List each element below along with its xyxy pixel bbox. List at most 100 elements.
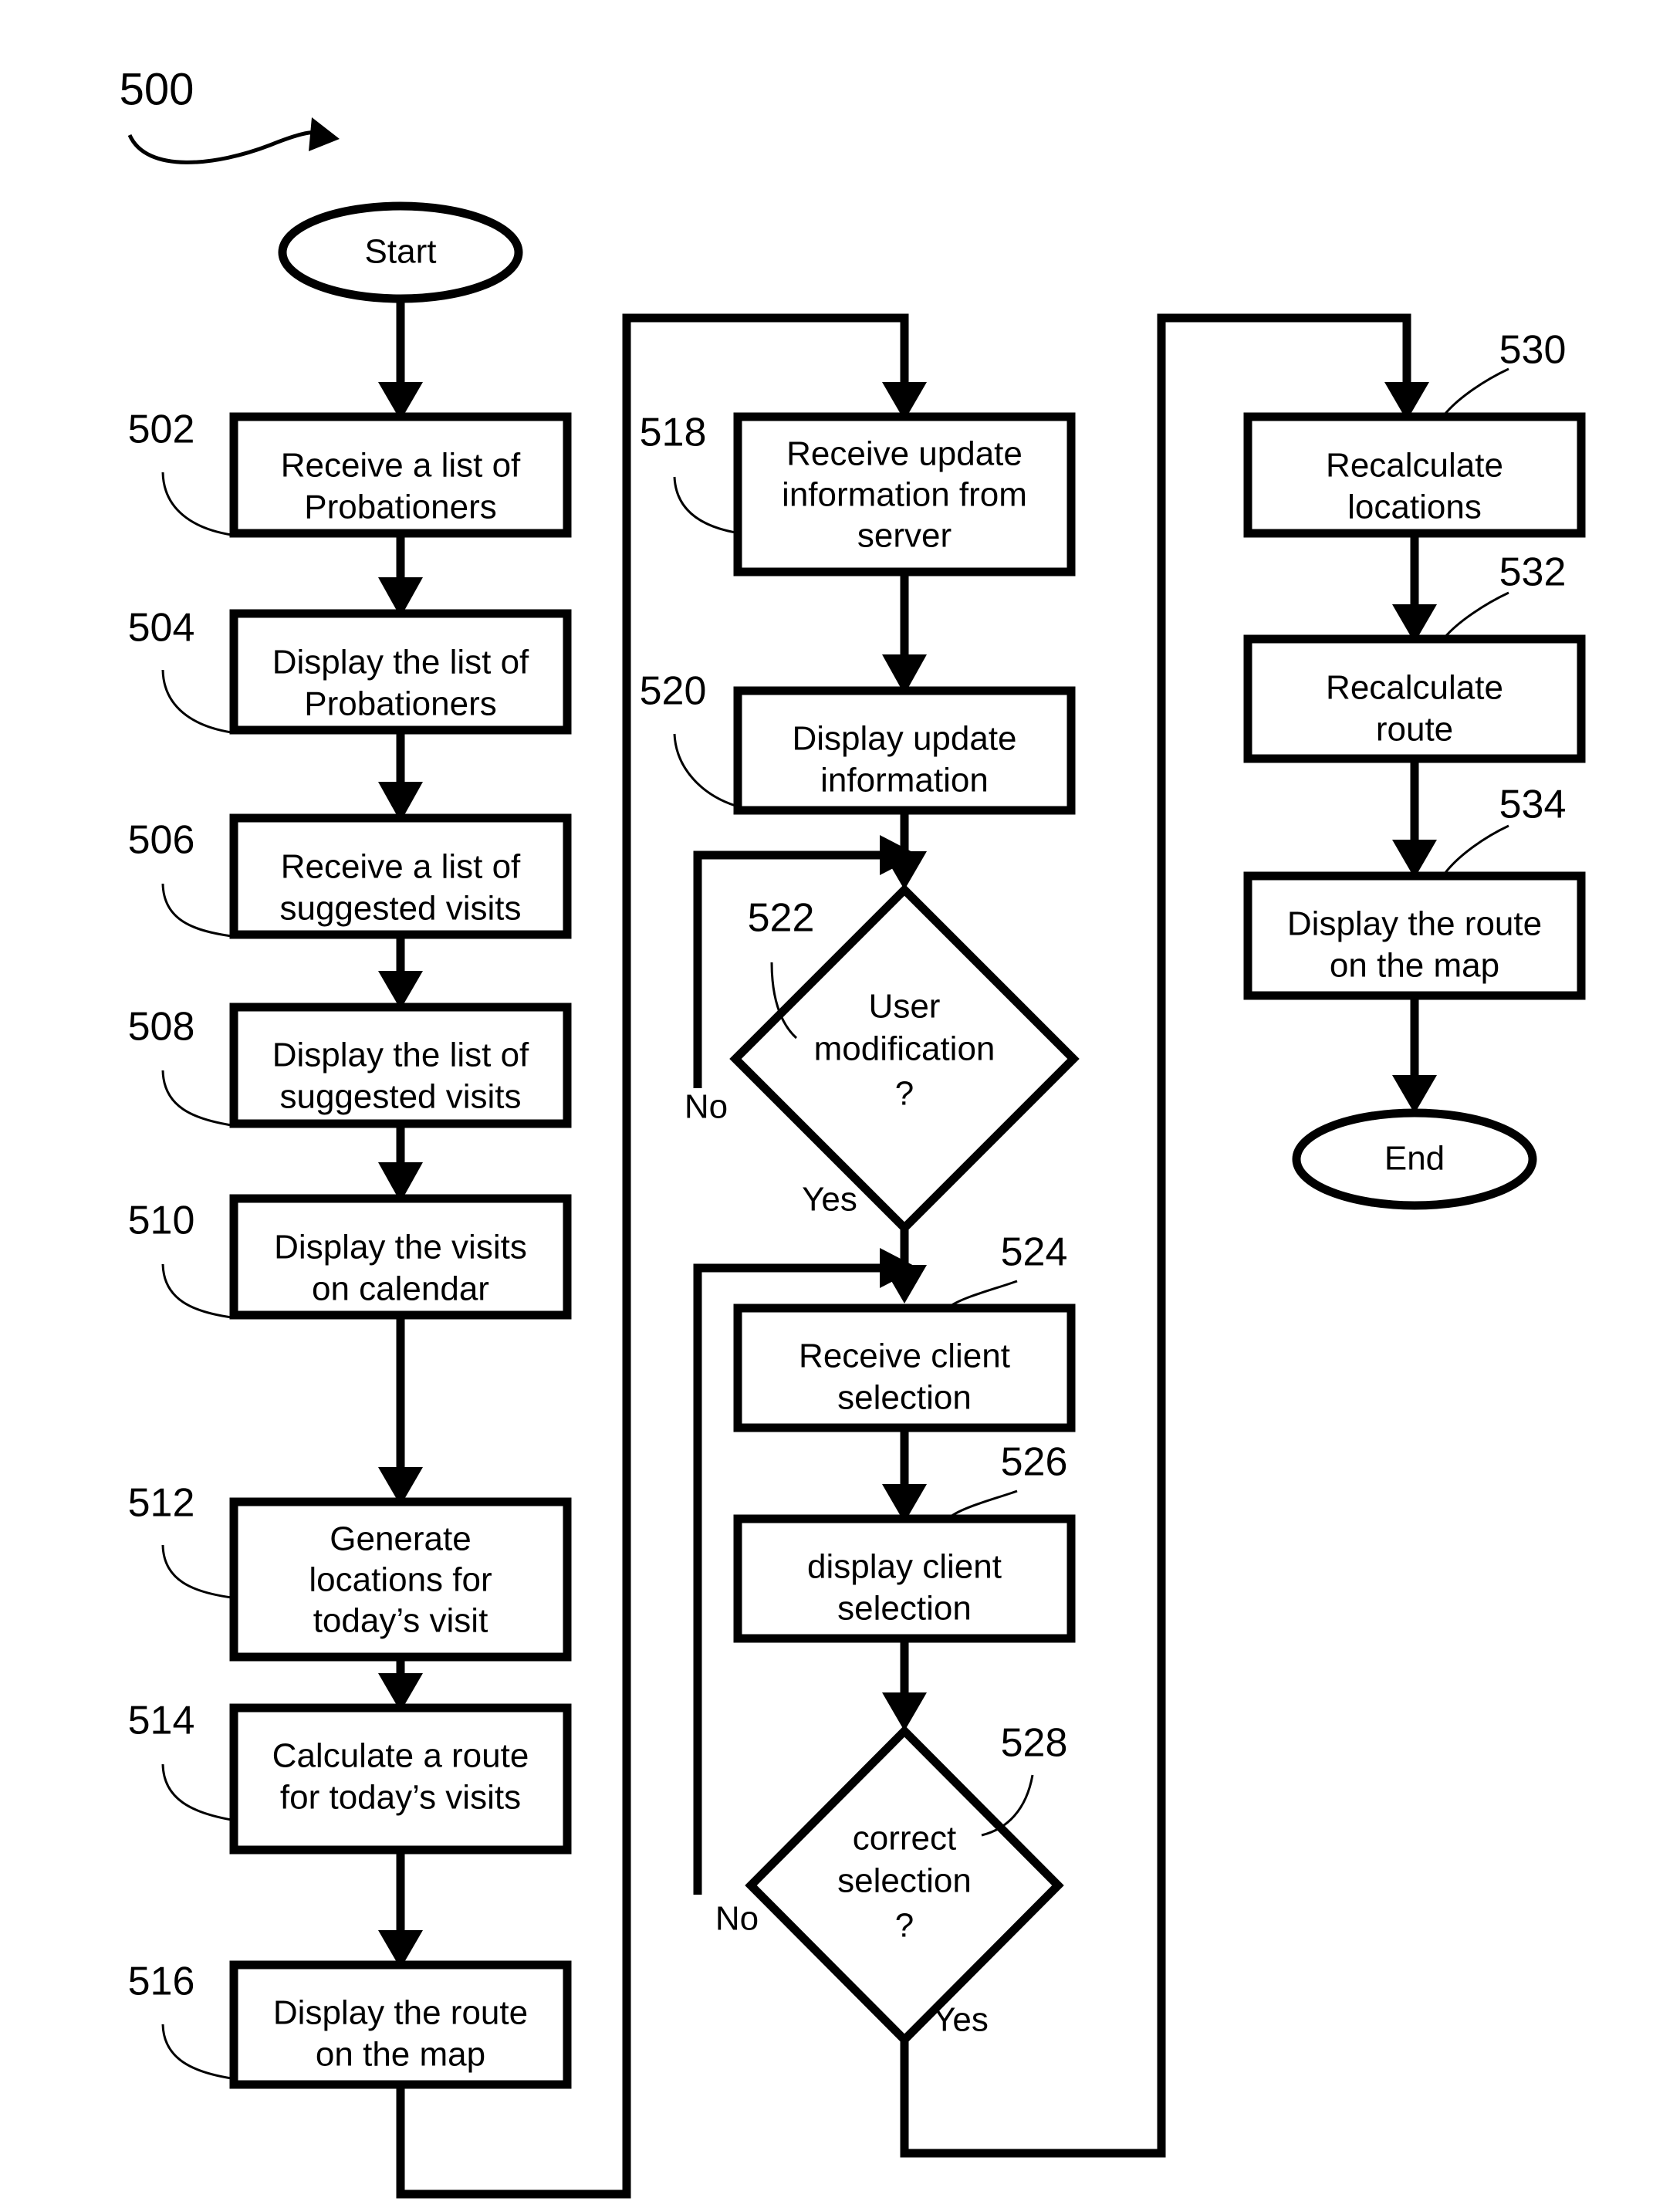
connector-524-to-526 xyxy=(882,1428,927,1523)
node-530-line1: Recalculate xyxy=(1326,447,1503,485)
ref-514-lead xyxy=(161,1763,232,1821)
ref-520-lead xyxy=(673,733,736,807)
node-508-line1: Display the list of xyxy=(272,1036,529,1074)
decision-528-no-label: No xyxy=(715,1900,759,1938)
node-502-line2: Probationers xyxy=(304,489,496,526)
ref-516: 516 xyxy=(128,1959,195,2004)
node-504-line2: Probationers xyxy=(304,685,496,723)
node-518-line2: information from xyxy=(782,476,1027,514)
node-510-line2: on calendar xyxy=(312,1270,489,1308)
node-524-line1: Receive client xyxy=(799,1337,1010,1375)
decision-522-yes-label: Yes xyxy=(802,1181,857,1219)
node-516: Display the route on the map 516 xyxy=(128,1959,572,2089)
node-530-line2: locations xyxy=(1347,489,1482,526)
connector-514-to-516 xyxy=(378,1850,423,1969)
node-510-line1: Display the visits xyxy=(274,1229,527,1266)
node-514: Calculate a route for today’s visits 514 xyxy=(128,1699,572,1855)
ref-534-lead xyxy=(1443,824,1509,874)
flowchart-canvas: 500 Start Receive a list of Probationers… xyxy=(120,64,1586,2199)
ref-508-lead xyxy=(161,1070,232,1127)
node-514-line2: for today’s visits xyxy=(280,1779,521,1817)
node-534-line1: Display the route xyxy=(1287,905,1542,943)
node-516-line1: Display the route xyxy=(273,1994,528,2032)
ref-524: 524 xyxy=(1001,1230,1068,1275)
ref-520: 520 xyxy=(640,669,707,714)
connector-502-to-504 xyxy=(378,533,423,617)
connector-534-to-end xyxy=(1392,996,1437,1114)
node-520-line1: Display update xyxy=(792,720,1016,758)
terminal-start: Start xyxy=(278,201,523,303)
ref-532: 532 xyxy=(1499,550,1567,595)
ref-502-lead xyxy=(161,472,232,536)
decision-528: correct selection ? 528 No Yes xyxy=(715,1721,1068,2046)
node-526-line2: selection xyxy=(837,1590,972,1628)
start-label: Start xyxy=(365,233,437,271)
figure-number-group: 500 xyxy=(120,64,340,164)
node-504-line1: Display the list of xyxy=(272,644,529,681)
connector-508-to-510 xyxy=(378,1124,423,1202)
node-530: Recalculate locations 530 xyxy=(1243,328,1586,538)
decision-528-yes-label: Yes xyxy=(933,2001,989,2039)
connector-526-to-528 xyxy=(882,1638,927,1731)
decision-522-line1: User xyxy=(869,988,941,1026)
ref-502: 502 xyxy=(128,407,195,452)
decision-522-line3: ? xyxy=(895,1075,914,1113)
node-532-line1: Recalculate xyxy=(1326,669,1503,707)
node-514-line1: Calculate a route xyxy=(272,1737,529,1775)
node-524-line2: selection xyxy=(837,1379,972,1417)
node-518: Receive update information from server 5… xyxy=(640,411,1076,577)
node-504: Display the list of Probationers 504 xyxy=(128,606,572,735)
connector-532-to-534 xyxy=(1392,759,1437,878)
ref-526-lead xyxy=(950,1489,1018,1518)
terminal-end: End xyxy=(1292,1108,1537,1210)
node-518-line1: Receive update xyxy=(786,435,1023,473)
ref-506: 506 xyxy=(128,818,195,863)
decision-528-line3: ? xyxy=(895,1907,914,1945)
node-516-line2: on the map xyxy=(316,2036,485,2074)
ref-512-lead xyxy=(161,1544,232,1599)
decision-522-no-label: No xyxy=(685,1088,728,1126)
ref-526: 526 xyxy=(1001,1440,1068,1485)
figure-lead-arrowhead xyxy=(309,117,340,151)
end-label: End xyxy=(1384,1140,1445,1178)
patent-flowchart-figure: 500 Start Receive a list of Probationers… xyxy=(0,0,1680,2208)
node-506-line1: Receive a list of xyxy=(281,848,521,886)
node-512-line1: Generate xyxy=(330,1520,471,1558)
figure-lead-line xyxy=(127,130,330,164)
node-512-line2: locations for xyxy=(309,1561,492,1599)
node-506-line2: suggested visits xyxy=(279,890,521,928)
decision-528-line2: selection xyxy=(837,1862,972,1900)
connector-512-to-514 xyxy=(378,1657,423,1712)
ref-514: 514 xyxy=(128,1699,195,1743)
ref-530: 530 xyxy=(1499,328,1567,373)
node-534-line2: on the map xyxy=(1330,947,1499,985)
connector-518-to-520 xyxy=(882,572,927,695)
ref-516-lead xyxy=(161,2024,232,2080)
node-508-line2: suggested visits xyxy=(279,1078,521,1116)
node-526-line1: display client xyxy=(807,1548,1002,1586)
ref-504-lead xyxy=(161,669,232,734)
connector-start-to-502 xyxy=(378,299,423,421)
ref-528: 528 xyxy=(1001,1721,1068,1766)
decision-522: User modification ? 522 No Yes xyxy=(685,884,1080,1234)
ref-532-lead xyxy=(1443,591,1509,638)
node-510: Display the visits on calendar 510 xyxy=(128,1194,572,1320)
node-508: Display the list of suggested visits 508 xyxy=(128,1003,572,1128)
node-532-line2: route xyxy=(1376,711,1453,749)
ref-534: 534 xyxy=(1499,783,1567,827)
node-518-line3: server xyxy=(857,517,952,555)
connector-506-to-508 xyxy=(378,935,423,1009)
ref-510-lead xyxy=(161,1263,232,1319)
ref-518-lead xyxy=(673,476,736,534)
node-502: Receive a list of Probationers 502 xyxy=(128,407,572,538)
figure-number: 500 xyxy=(120,64,194,114)
connector-510-to-512 xyxy=(378,1315,423,1506)
ref-524-lead xyxy=(950,1280,1018,1307)
ref-522: 522 xyxy=(748,896,815,941)
node-520: Display update information 520 xyxy=(640,669,1076,815)
node-512: Generate locations for today’s visit 512 xyxy=(128,1481,572,1662)
decision-522-line2: modification xyxy=(814,1030,995,1068)
decision-528-line1: correct xyxy=(853,1820,956,1858)
ref-512: 512 xyxy=(128,1481,195,1526)
ref-518: 518 xyxy=(640,411,707,455)
